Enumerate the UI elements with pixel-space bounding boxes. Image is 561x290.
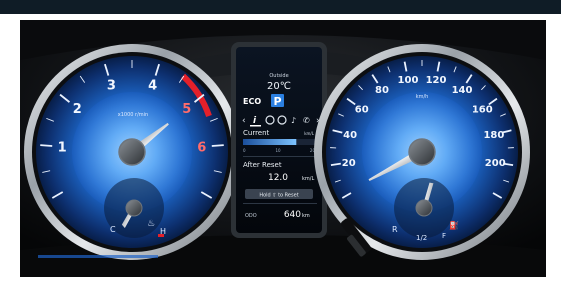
fuel-half-label: 1/2 [416,234,427,242]
eco-indicator: ECO [243,97,261,106]
phone-icon: ✆ [303,116,310,125]
after-reset-label: After Reset [243,161,282,169]
tachometer-label-2: 2 [73,102,82,117]
speedometer-label-160: 160 [472,105,493,116]
outside-temp-value: 20℃ [267,81,291,92]
odometer-icon: ODO [245,213,257,219]
display-divider [243,156,317,157]
temp-hot-marker [158,234,164,237]
after-reset-unit: km/L [302,176,314,182]
outside-temp-label: Outside [269,73,288,79]
tachometer-label-3: 3 [107,79,116,94]
speedometer-label-140: 140 [452,85,473,96]
parking-indicator-label: P [273,95,281,108]
top-bar [0,0,561,14]
tachometer-label-5: 5 [182,102,191,117]
temp-icon: ♨ [147,219,155,229]
tachometer-label-4: 4 [148,79,157,94]
speedometer-label-100: 100 [398,75,419,86]
display-divider-2 [243,203,317,204]
tachometer-unit-label: x1000 r/min [118,112,148,118]
photo-frame: 123456 x1000 r/min C H ♨ Outside 20℃ ECO… [0,0,561,290]
temp-cold-label: C [110,225,116,234]
odometer-value: 640 [284,210,301,220]
multi-info-display: Outside 20℃ ECO P ‹ i ♪ ✆ › Current km/L… [231,42,327,238]
speedometer-label-80: 80 [375,85,389,96]
tachometer-hub [118,138,146,166]
speedometer-label-20: 20 [342,158,356,169]
selected-tab-underline [250,125,261,127]
speedometer-label-200: 200 [485,158,506,169]
odometer-unit: km [302,213,310,219]
current-bar-fill [243,139,297,145]
after-reset-value: 12.0 [268,173,288,183]
speedometer-hub [408,138,436,166]
speedometer-label-120: 120 [426,75,447,86]
speedometer-label-40: 40 [343,130,357,141]
instrument-cluster-photo: 123456 x1000 r/min C H ♨ Outside 20℃ ECO… [20,20,546,277]
temp-hub [125,199,143,217]
cluster-svg: 123 456 x1000 r/min C H ♨ Outside 20℃ EC… [20,20,546,277]
current-scale-mid: 10 [275,148,281,153]
fuel-hub [415,199,433,217]
tachometer: 123 456 x1000 r/min C H ♨ [24,44,240,260]
current-unit: km/L [304,131,315,136]
tachometer-label-1: 1 [58,140,67,155]
fuel-full-label: F [442,232,446,240]
speedometer-unit-label: km/h [416,94,429,100]
current-label: Current [243,129,270,137]
hold-reset-hint: Hold ⇧ to Reset [259,193,298,199]
tachometer-tick [211,144,224,147]
tachometer-tick [40,144,53,147]
music-icon: ♪ [291,116,296,125]
chevron-left-icon: ‹ [242,116,246,126]
speedometer-label-180: 180 [483,130,504,141]
speedometer-label-60: 60 [355,105,369,116]
tachometer-label-6: 6 [197,140,206,155]
bottom-accent-light [38,255,158,258]
fuel-empty-label: R [392,225,398,234]
fuel-pump-icon: ⛽ [449,220,459,230]
